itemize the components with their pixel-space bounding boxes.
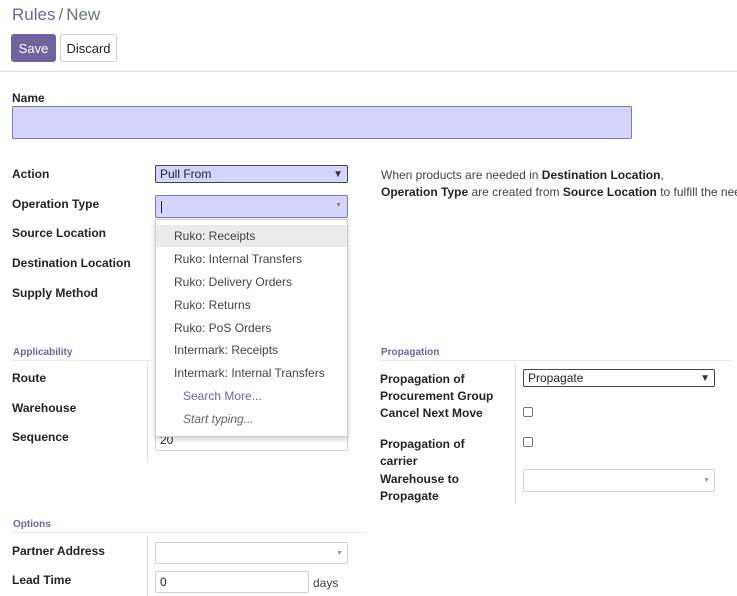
- warehouse-to-propagate-label-line-2: Propagate: [380, 489, 439, 503]
- warehouse-to-propagate-label-line-1: Warehouse to: [380, 472, 459, 486]
- cancel-next-move-checkbox[interactable]: [523, 407, 533, 417]
- dropdown-option[interactable]: Ruko: Receipts: [156, 225, 347, 247]
- help-line-2-suffix: to fulfill the need.: [660, 185, 737, 199]
- lead-time-input[interactable]: 0: [155, 571, 309, 593]
- procurement-group-select[interactable]: Propagate ▼: [523, 369, 715, 387]
- header-divider: [0, 71, 737, 72]
- destination-location-label: Destination Location: [12, 256, 131, 270]
- help-line-2: Operation Type are created from Source L…: [381, 184, 737, 201]
- help-line-1-bold: Destination Location: [541, 168, 661, 182]
- help-text: When products are needed in Destination …: [381, 167, 737, 201]
- dropdown-option[interactable]: Intermark: Receipts: [156, 339, 347, 361]
- lead-time-unit: days: [313, 576, 339, 590]
- caret-down-icon: ▼: [336, 549, 343, 557]
- operation-type-dropdown: Ruko: Receipts Ruko: Internal Transfers …: [155, 219, 348, 437]
- propagation-title: Propagation: [381, 347, 440, 358]
- applicability-column-divider: [147, 362, 148, 462]
- procurement-group-value: Propagate: [528, 371, 584, 385]
- action-select[interactable]: Pull From ▼: [155, 165, 348, 183]
- lead-time-value: 0: [160, 575, 167, 589]
- partner-address-input[interactable]: ▼: [155, 542, 348, 564]
- propagate-carrier-checkbox[interactable]: [523, 437, 533, 447]
- action-label: Action: [12, 167, 50, 181]
- help-line-1: When products are needed in Destination …: [381, 167, 737, 184]
- supply-method-label: Supply Method: [12, 286, 98, 300]
- partner-address-label: Partner Address: [12, 544, 105, 558]
- procurement-group-label: Propagation of Procurement Group: [380, 371, 493, 405]
- chevron-down-icon: ▼: [333, 168, 343, 180]
- carrier-label-line-1: Propagation of: [380, 437, 465, 451]
- carrier-label-line-2: carrier: [380, 454, 418, 468]
- source-location-label: Source Location: [12, 226, 107, 240]
- propagation-divider: [380, 360, 732, 361]
- start-typing-hint: Start typing...: [183, 412, 254, 426]
- applicability-title: Applicability: [13, 347, 73, 358]
- options-column-divider: [147, 536, 148, 596]
- warehouse-label: Warehouse: [12, 401, 77, 415]
- carrier-label: Propagation of carrier: [380, 436, 465, 470]
- name-input[interactable]: [12, 106, 632, 139]
- text-cursor: [161, 201, 162, 213]
- help-line-2-bold-2: Source Location: [562, 185, 657, 199]
- dropdown-option[interactable]: Ruko: PoS Orders: [156, 317, 347, 339]
- warehouse-to-propagate-input[interactable]: ▼: [523, 469, 715, 492]
- options-divider: [12, 532, 367, 533]
- operation-type-input[interactable]: ▼: [155, 195, 348, 218]
- help-line-1-prefix: When products are needed in: [381, 168, 542, 182]
- cancel-next-move-label: Cancel Next Move: [380, 406, 483, 420]
- breadcrumb-root[interactable]: Rules: [12, 5, 55, 24]
- dropdown-option[interactable]: Ruko: Returns: [156, 294, 347, 316]
- dropdown-option[interactable]: Intermark: Internal Transfers: [156, 362, 347, 384]
- save-button[interactable]: Save: [11, 34, 56, 62]
- chevron-down-icon: ▼: [700, 372, 710, 384]
- warehouse-to-propagate-label: Warehouse to Propagate: [380, 471, 459, 505]
- help-line-1-suffix: ,: [660, 168, 664, 182]
- dropdown-option[interactable]: Ruko: Internal Transfers: [156, 248, 347, 270]
- discard-button[interactable]: Discard: [60, 34, 117, 62]
- caret-down-icon: ▼: [703, 477, 710, 484]
- breadcrumb-separator: /: [58, 5, 64, 24]
- operation-type-label: Operation Type: [12, 197, 100, 211]
- search-more-link[interactable]: Search More...: [156, 385, 347, 407]
- action-select-value: Pull From: [160, 167, 212, 181]
- breadcrumb-current: New: [66, 5, 101, 24]
- propagation-column-divider: [515, 364, 516, 504]
- lead-time-label: Lead Time: [12, 573, 72, 587]
- help-line-2-mid: are created from: [468, 185, 563, 199]
- dropdown-option[interactable]: Ruko: Delivery Orders: [156, 271, 347, 293]
- options-title: Options: [13, 519, 51, 530]
- caret-down-icon: ▼: [335, 202, 342, 209]
- procurement-group-label-line-2: Procurement Group: [380, 389, 494, 403]
- sequence-label: Sequence: [12, 430, 69, 444]
- route-label: Route: [12, 371, 46, 385]
- breadcrumb: Rules / New: [12, 5, 100, 25]
- help-line-2-bold-1: Operation Type: [381, 185, 469, 199]
- applicability-divider: [12, 360, 152, 361]
- procurement-group-label-line-1: Propagation of: [380, 372, 465, 386]
- name-label: Name: [12, 91, 45, 105]
